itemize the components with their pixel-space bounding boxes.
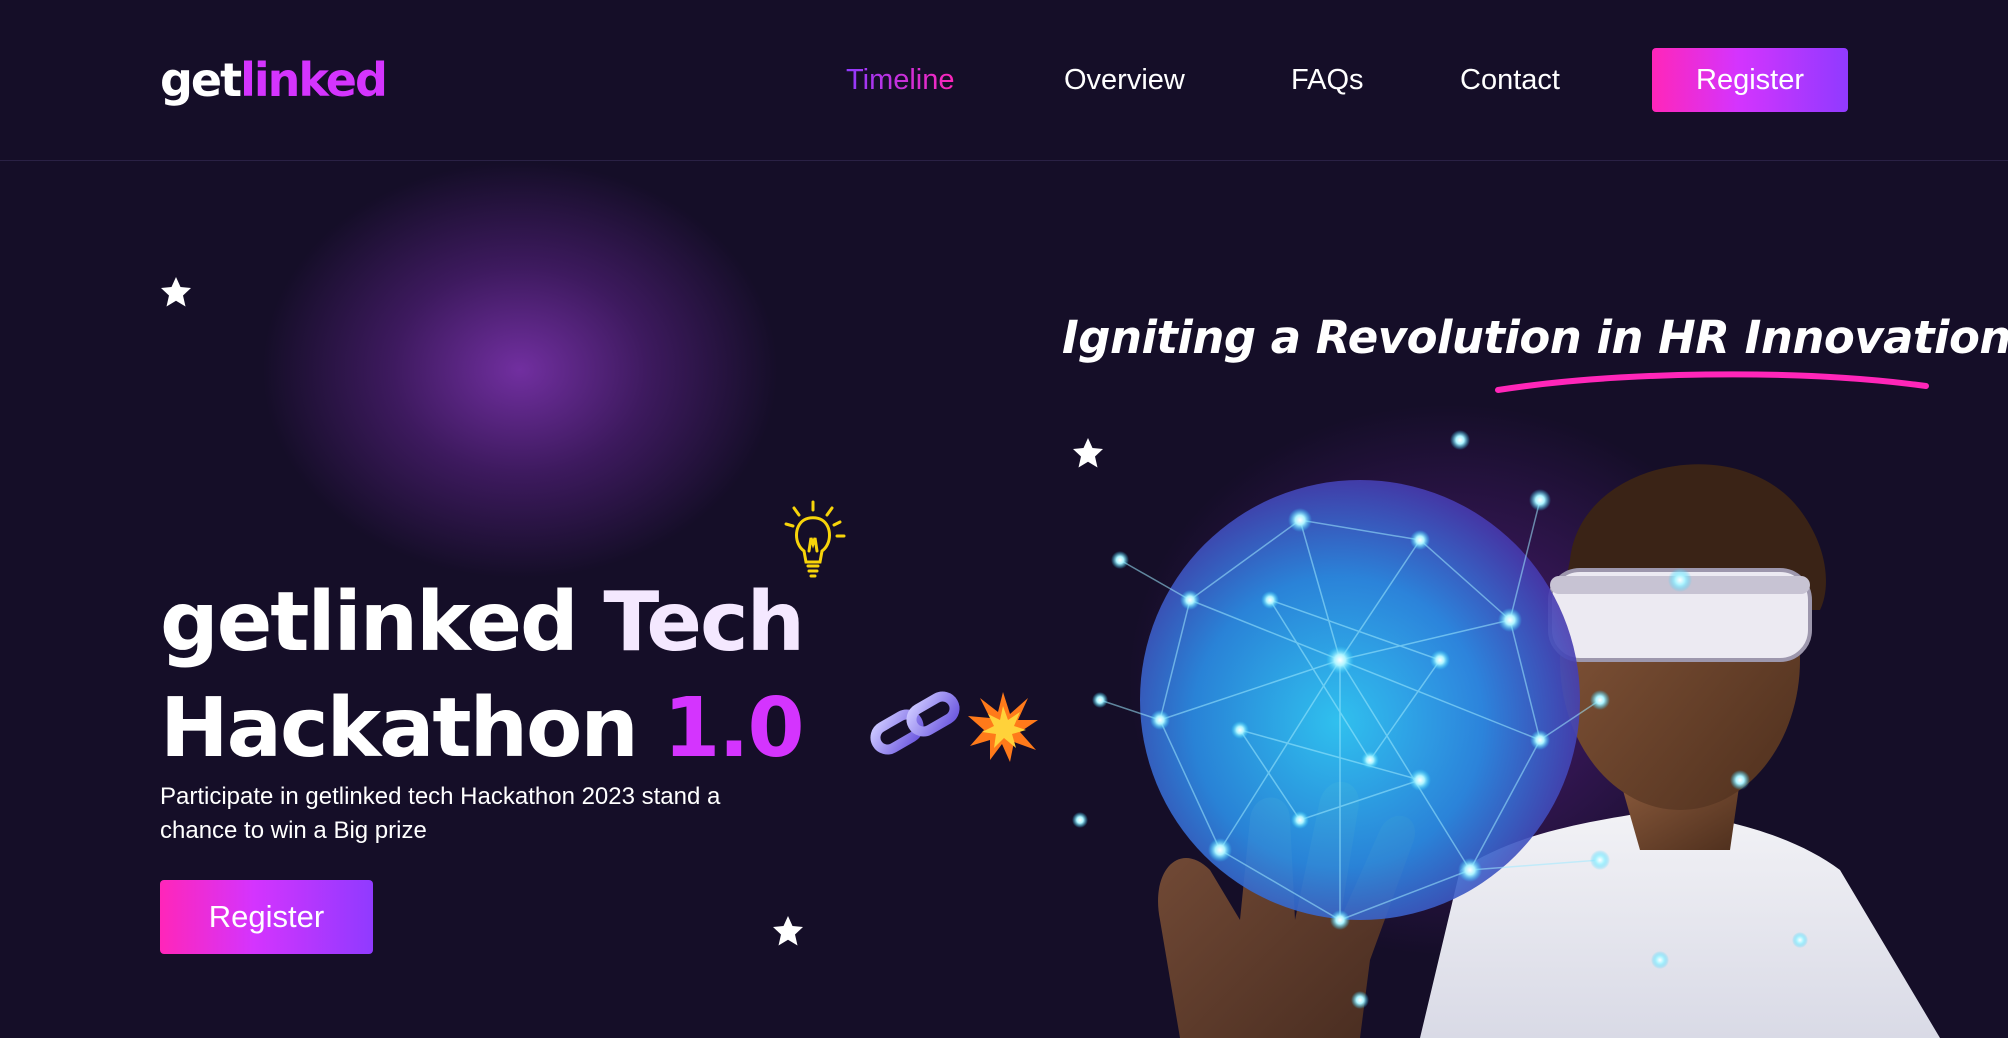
logo-text-get: get <box>160 53 242 107</box>
landing-page: getlinked Timeline Overview FAQs Contact… <box>0 0 2008 1038</box>
hero-title-line-1: getlinked Tech <box>160 570 1060 676</box>
hero-title-version: 1.0 <box>663 681 804 776</box>
tagline: Igniting a Revolution in HR Innovation <box>1062 311 2008 364</box>
nav-item-faqs[interactable]: FAQs <box>1291 58 1364 102</box>
man-with-vr-headset-image <box>1072 430 1940 1038</box>
star-icon <box>161 277 191 307</box>
hero-subtitle: Participate in getlinked tech Hackathon … <box>160 783 721 844</box>
hero-title-hackathon: Hackathon <box>160 681 639 776</box>
hero-register-button[interactable]: Register <box>160 880 373 954</box>
nav-item-contact[interactable]: Contact <box>1460 58 1560 102</box>
nav-item-overview[interactable]: Overview <box>1064 58 1185 102</box>
chain-link-icon <box>870 691 960 755</box>
header-register-button[interactable]: Register <box>1652 48 1848 112</box>
hero-title-getlinked: getlinked <box>160 575 579 670</box>
site-header: getlinked Timeline Overview FAQs Contact… <box>0 0 2008 161</box>
nav-item-timeline[interactable]: Timeline <box>846 58 955 102</box>
star-icon <box>773 916 803 946</box>
getlinked-logo[interactable]: getlinked <box>160 50 388 110</box>
explosion-icon <box>968 692 1038 762</box>
purple-glow-left <box>260 160 780 580</box>
hero-title-tech: Tech <box>603 575 805 670</box>
logo-text-linked: linked <box>240 53 388 107</box>
tagline-underline <box>1495 371 1929 393</box>
